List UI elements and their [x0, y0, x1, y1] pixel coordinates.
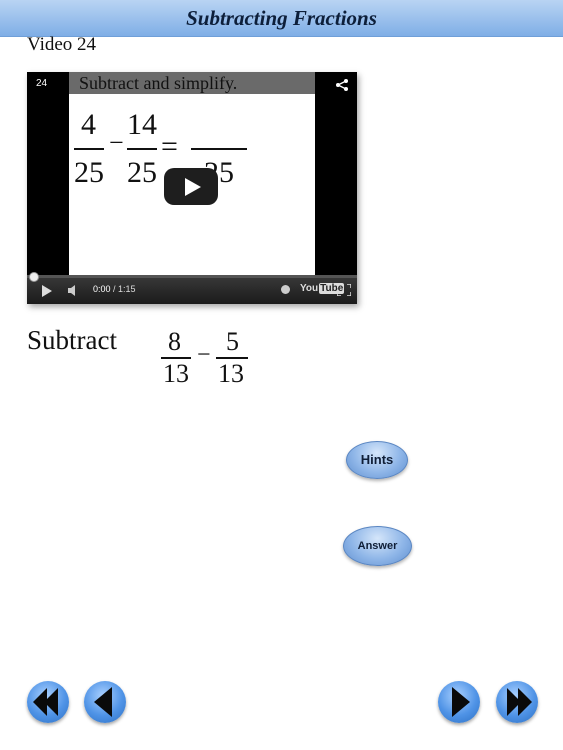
volume-icon[interactable] — [68, 285, 78, 296]
time-total: 1:15 — [118, 284, 136, 294]
control-play-icon[interactable] — [42, 285, 52, 297]
page-title: Subtracting Fractions — [186, 6, 377, 30]
info-icon[interactable] — [281, 285, 290, 294]
first-page-button[interactable] — [27, 681, 69, 723]
time-current: 0:00 — [93, 284, 111, 294]
eq-line-3 — [191, 148, 247, 150]
video-controls: 0:00 / 1:15 You Tube — [27, 275, 357, 304]
hints-button[interactable]: Hints — [346, 441, 408, 479]
progress-handle[interactable] — [29, 272, 39, 282]
time-separator: / — [110, 284, 119, 294]
share-icon[interactable] — [335, 78, 349, 92]
next-page-button[interactable] — [438, 681, 480, 723]
video-label: Video 24 — [27, 34, 97, 55]
fullscreen-icon[interactable] — [337, 284, 351, 296]
previous-page-button[interactable] — [84, 681, 126, 723]
slide-heading: Subtract and simplify. — [79, 73, 238, 93]
operator-minus: − — [197, 342, 211, 368]
right-arrow-icon — [452, 687, 470, 717]
problem-label: Subtract — [27, 325, 117, 355]
left-arrow-icon — [94, 687, 112, 717]
double-left-arrow-icon — [33, 688, 58, 716]
answer-button[interactable]: Answer — [343, 526, 412, 566]
fraction-1-denominator: 13 — [163, 359, 189, 388]
fraction-1-numerator: 8 — [168, 327, 181, 356]
eq-numerator-2: 14 — [127, 108, 157, 141]
progress-bar[interactable] — [27, 275, 357, 278]
double-right-arrow-icon — [507, 688, 532, 716]
eq-denominator-1: 25 — [74, 156, 104, 189]
eq-equals: = — [161, 130, 178, 163]
eq-line-1 — [74, 148, 104, 150]
eq-denominator-2: 25 — [127, 156, 157, 189]
eq-line-2 — [127, 148, 157, 150]
fraction-2-numerator: 5 — [226, 327, 239, 356]
title-bar: Subtracting Fractions — [0, 0, 563, 37]
video-player[interactable]: 24 Subtract and simplify. 4 25 − 14 25 =… — [27, 72, 357, 304]
last-page-button[interactable] — [496, 681, 538, 723]
video-number: 24 — [36, 78, 48, 89]
time-display: 0:00 / 1:15 — [93, 284, 136, 294]
eq-numerator-1: 4 — [81, 108, 96, 141]
slide-heading-bar: Subtract and simplify. — [69, 72, 315, 94]
play-button[interactable] — [164, 168, 218, 205]
youtube-you: You — [300, 283, 319, 294]
eq-minus: − — [109, 128, 124, 157]
fraction-2-denominator: 13 — [218, 359, 244, 388]
